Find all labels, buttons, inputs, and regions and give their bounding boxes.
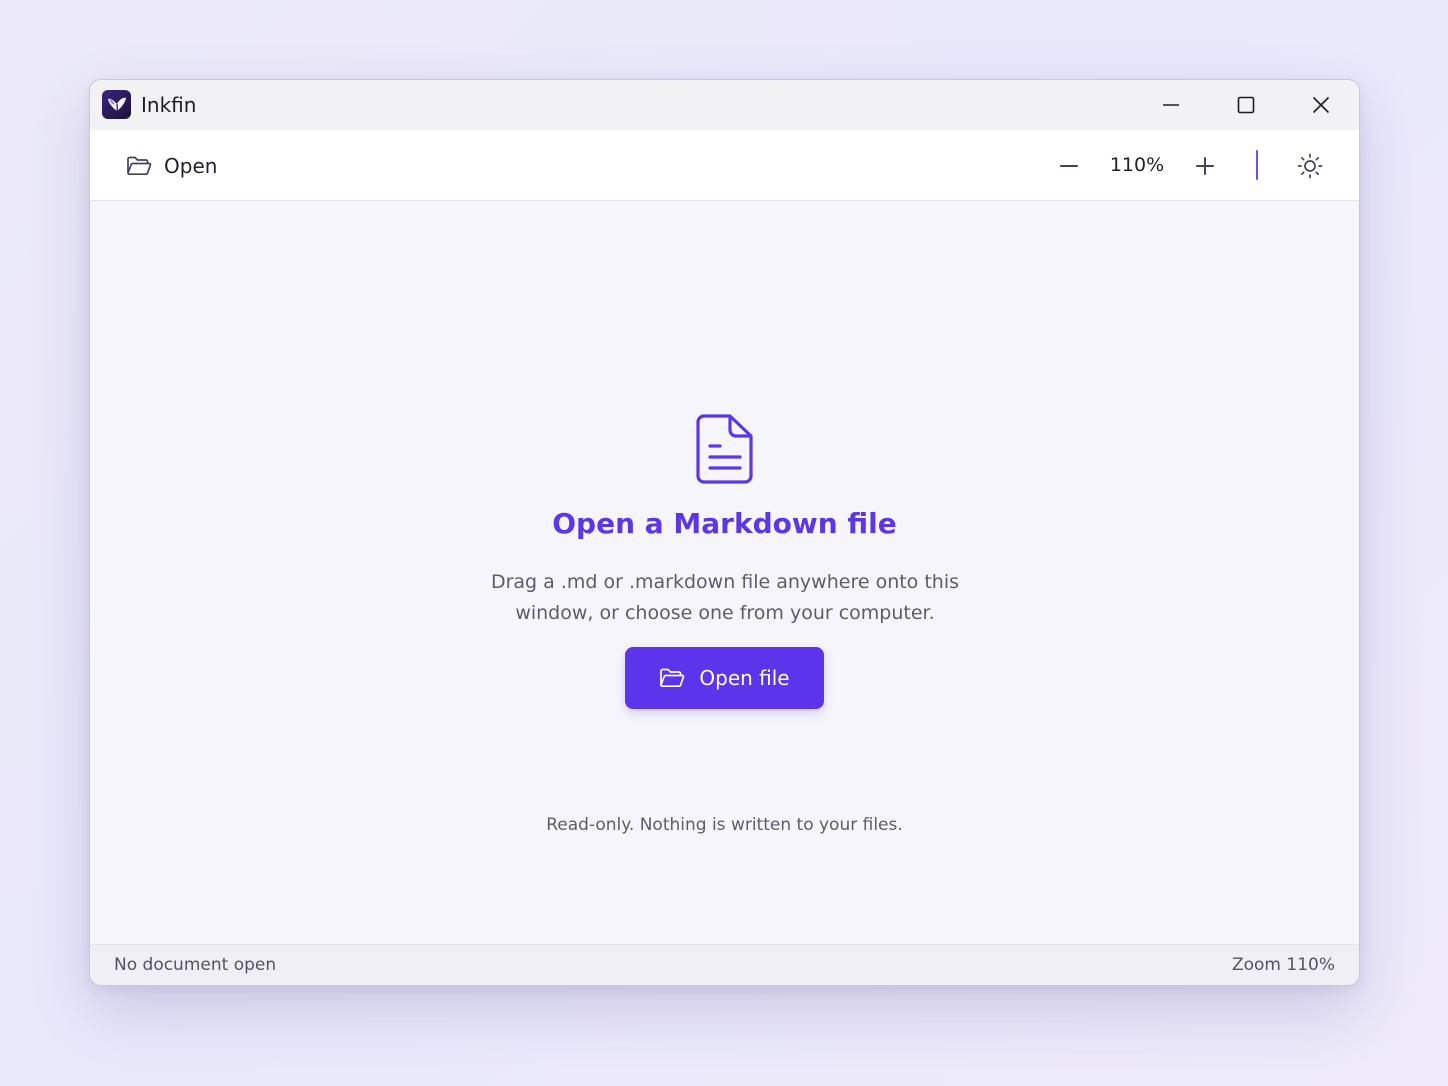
close-button[interactable] bbox=[1291, 80, 1351, 130]
minimize-button[interactable] bbox=[1141, 80, 1201, 130]
document-status: No document open bbox=[114, 955, 277, 975]
theme-toggle-button[interactable] bbox=[1292, 148, 1328, 184]
folder-open-icon bbox=[127, 156, 152, 176]
zoom-out-button[interactable] bbox=[1051, 148, 1087, 184]
open-file-label: Open file bbox=[699, 666, 790, 690]
minimize-icon bbox=[1163, 104, 1179, 106]
app-title: Inkfin bbox=[141, 93, 197, 117]
maximize-icon bbox=[1237, 96, 1255, 114]
read-only-note: Read-only. Nothing is written to your fi… bbox=[546, 815, 903, 835]
empty-state-heading: Open a Markdown file bbox=[552, 507, 897, 540]
toolbar-open-button[interactable]: Open bbox=[118, 148, 225, 184]
zoom-in-button[interactable] bbox=[1187, 148, 1223, 184]
plus-icon bbox=[1196, 157, 1214, 175]
toolbar-open-label: Open bbox=[164, 154, 218, 178]
app-window: Inkfin Open 110% Open a Markdown file Dr… bbox=[89, 79, 1360, 986]
empty-state-description: Drag a .md or .markdown file anywhere on… bbox=[490, 571, 960, 624]
app-logo-icon bbox=[102, 90, 131, 119]
drop-zone[interactable]: Open a Markdown file Drag a .md or .mark… bbox=[90, 201, 1359, 946]
status-bar: No document open Zoom 110% bbox=[90, 944, 1359, 985]
zoom-level: 110% bbox=[1109, 154, 1165, 176]
maximize-button[interactable] bbox=[1216, 80, 1276, 130]
toolbar: Open 110% bbox=[90, 130, 1359, 201]
document-icon bbox=[696, 414, 753, 484]
open-file-button[interactable]: Open file bbox=[625, 647, 824, 709]
toolbar-divider bbox=[1256, 150, 1258, 180]
minus-icon bbox=[1060, 165, 1078, 167]
title-bar[interactable]: Inkfin bbox=[90, 80, 1359, 130]
sun-icon bbox=[1297, 153, 1323, 179]
folder-open-icon bbox=[660, 668, 685, 688]
close-icon bbox=[1312, 96, 1330, 114]
zoom-status: Zoom 110% bbox=[1231, 955, 1335, 975]
